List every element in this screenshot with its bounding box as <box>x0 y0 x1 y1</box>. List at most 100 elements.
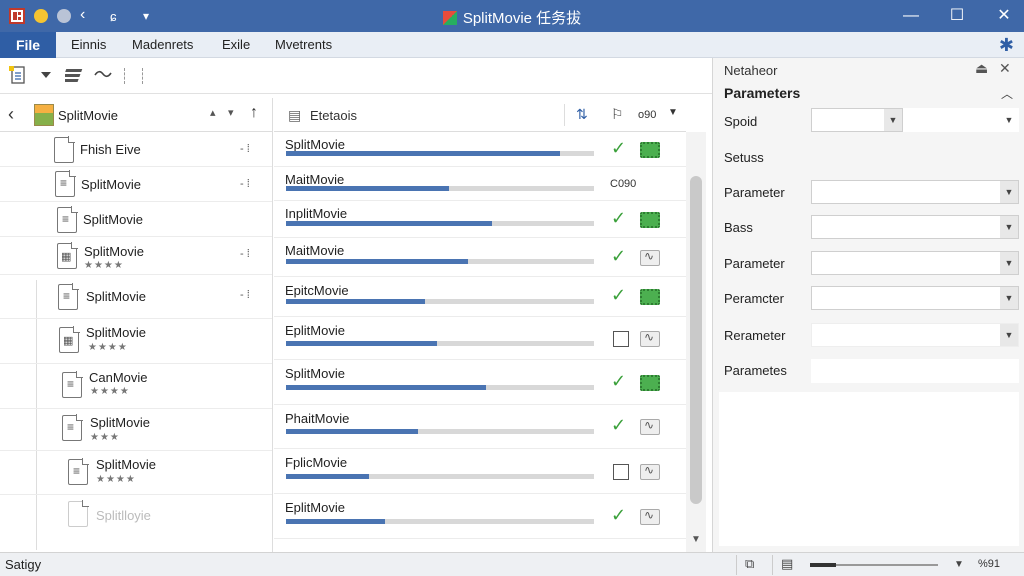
table-row[interactable]: InplitMovie ✓ <box>274 201 686 238</box>
param-select[interactable]: ▼ <box>811 215 1019 239</box>
row-menu-icon[interactable]: - ⁞ <box>240 143 250 155</box>
list-item[interactable]: SplitMovie ★★★ <box>0 409 272 451</box>
stack-icon[interactable] <box>65 67 85 83</box>
list-item[interactable]: Fhish Eive - ⁞ <box>0 132 272 167</box>
progress-fill <box>286 299 425 304</box>
chart-badge-icon[interactable] <box>640 463 660 480</box>
list-item[interactable]: SplitMovie ★★★★ - ⁞ <box>0 237 272 275</box>
pin-icon[interactable]: ⚐ <box>611 106 624 123</box>
done-badge-icon[interactable] <box>640 142 660 158</box>
checkbox[interactable] <box>613 464 629 480</box>
list-item[interactable]: Splitlloyie <box>0 495 272 539</box>
menu-file[interactable]: File <box>0 32 56 58</box>
chart-badge-icon[interactable] <box>640 330 660 347</box>
zoom-slider[interactable] <box>810 563 938 567</box>
checkbox[interactable] <box>613 331 629 347</box>
list-item[interactable]: SplitMovie - ⁞ <box>0 275 272 319</box>
param-label: Parameter <box>724 185 785 200</box>
table-row[interactable]: SplitMovie ✓ <box>274 132 686 167</box>
param-select[interactable]: ▼ <box>903 108 1019 132</box>
zoom-select[interactable]: o90 <box>638 109 656 121</box>
back-icon[interactable]: ‹ <box>8 104 14 125</box>
task-list-pane: ▤ Etetaois ⇅ ⚐ o90 ▼ SplitMovie ✓ MaitMovi… <box>274 98 686 552</box>
menu-item-1[interactable]: Einnis <box>71 37 106 52</box>
scroll-down-icon[interactable]: ▼ <box>691 534 701 545</box>
layout-view-icon[interactable]: ⧉ <box>745 556 754 572</box>
menu-item-3[interactable]: Exile <box>222 37 250 52</box>
title-bar: ‹ ɕ ▾ SplitMovie 任务拔 — ☐ ✕ <box>0 0 1024 32</box>
list-item[interactable]: CanMovie ★★★★ <box>0 364 272 409</box>
check-icon: ✓ <box>611 415 627 435</box>
list-item[interactable]: SplitMovie <box>0 202 272 237</box>
wave-icon[interactable] <box>94 69 112 79</box>
close-button[interactable]: ✕ <box>992 4 1016 28</box>
table-row[interactable]: FplicMovie <box>274 449 686 494</box>
task-name: EpitcMovie <box>285 283 349 298</box>
toolbar-separator <box>124 68 125 84</box>
pin-icon[interactable]: ⏏ <box>975 60 988 77</box>
menu-item-4[interactable]: Mvetrents <box>275 37 332 52</box>
title-logo-icon <box>442 11 457 25</box>
vertical-scrollbar[interactable]: ▼ <box>686 132 706 552</box>
file-icon <box>59 326 80 353</box>
param-select[interactable]: ▼ <box>811 180 1019 204</box>
menu-item-2[interactable]: Madenrets <box>132 37 193 52</box>
progress-bar <box>286 151 594 156</box>
chevron-down-icon: ▼ <box>1000 109 1018 131</box>
close-panel-icon[interactable]: ✕ <box>999 60 1011 77</box>
done-badge-icon[interactable] <box>640 375 660 391</box>
list-item[interactable]: SplitMovie ★★★★ <box>0 319 272 364</box>
progress-bar <box>286 429 594 434</box>
file-name: SplitMovie <box>86 325 146 340</box>
table-row[interactable]: EplitMovie <box>274 317 686 360</box>
progress-bar <box>286 341 594 346</box>
progress-fill <box>286 186 450 191</box>
param-select[interactable]: ▼ <box>811 286 1019 310</box>
table-row[interactable]: PhaitMovie ✓ <box>274 405 686 449</box>
list-item[interactable]: SplitMovie ★★★★ <box>0 451 272 495</box>
zoom-dropdown-icon[interactable]: ▼ <box>954 559 964 570</box>
sort-asc-icon[interactable]: ▴ <box>210 106 216 119</box>
dropdown-icon[interactable] <box>40 71 52 79</box>
collapse-icon[interactable]: ︿ <box>1001 85 1013 102</box>
progress-fill <box>286 519 385 524</box>
done-badge-icon[interactable] <box>640 289 660 305</box>
param-label: Bass <box>724 220 753 235</box>
chart-badge-icon[interactable] <box>640 418 660 435</box>
param-select[interactable]: ▼ <box>811 251 1019 275</box>
progress-bar <box>286 519 594 524</box>
task-name: MaitMovie <box>285 172 345 187</box>
new-doc-icon[interactable] <box>9 65 27 85</box>
chevron-down-icon: ▼ <box>1000 324 1018 346</box>
table-row[interactable]: MaitMovie ✓ <box>274 238 686 277</box>
progress-bar <box>286 299 594 304</box>
task-name: MaitMovie <box>285 243 345 258</box>
param-select[interactable]: ▼ <box>811 323 1019 347</box>
progress-bar <box>286 474 594 479</box>
param-select[interactable]: ▼ <box>811 108 903 132</box>
sort-desc-icon[interactable]: ▾ <box>228 106 234 119</box>
progress-bar <box>286 259 594 264</box>
page-view-icon[interactable]: ▤ <box>781 556 793 572</box>
up-folder-icon[interactable]: ↑ <box>250 104 258 122</box>
sort-icon[interactable]: ⇅ <box>576 106 588 123</box>
table-row[interactable]: SplitMovie ✓ <box>274 360 686 405</box>
zoom-percent: %91 <box>978 558 1001 570</box>
param-label: Rerameter <box>724 328 786 343</box>
param-input[interactable] <box>811 359 1019 383</box>
table-row[interactable]: EpitcMovie ✓ <box>274 277 686 317</box>
table-row[interactable]: MaitMovie C090 <box>274 167 686 201</box>
done-badge-icon[interactable] <box>640 212 660 228</box>
maximize-button[interactable]: ☐ <box>945 4 969 28</box>
minimize-button[interactable]: — <box>899 4 923 28</box>
chart-badge-icon[interactable] <box>640 508 660 525</box>
chart-badge-icon[interactable] <box>640 249 660 266</box>
table-row[interactable]: EplitMovie ✓ <box>274 494 686 539</box>
list-item[interactable]: SplitMovie - ⁞ <box>0 167 272 202</box>
row-menu-icon[interactable]: - ⁞ <box>240 178 250 190</box>
chevron-down-icon[interactable]: ▼ <box>668 107 678 118</box>
scrollbar-thumb[interactable] <box>690 176 702 504</box>
row-menu-icon[interactable]: - ⁞ <box>240 248 250 260</box>
settings-icon[interactable]: ✱ <box>999 35 1014 56</box>
row-menu-icon[interactable]: - ⁞ <box>240 289 250 301</box>
